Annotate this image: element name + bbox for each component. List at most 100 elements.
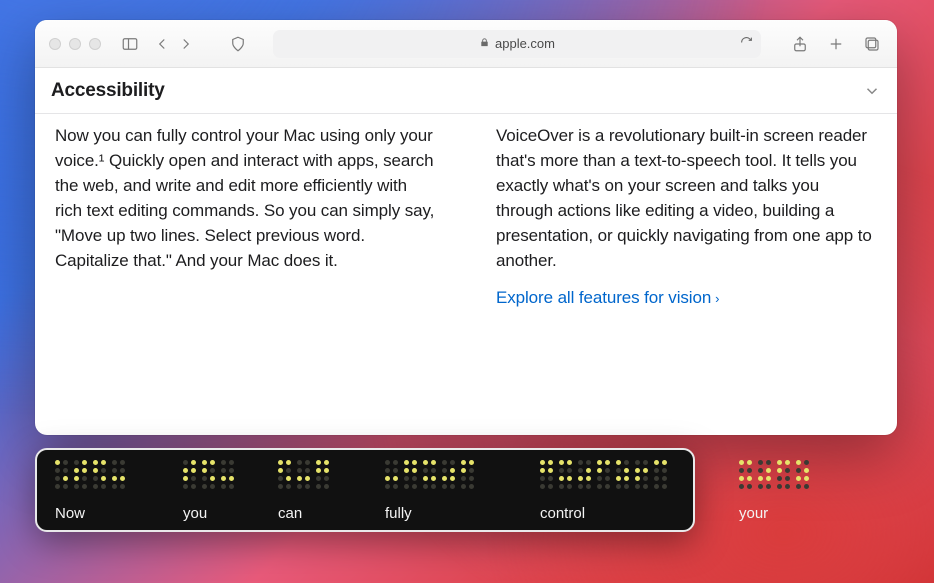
braille-dot: [63, 484, 68, 489]
close-window-button[interactable]: [49, 38, 61, 50]
traffic-lights: [49, 38, 101, 50]
lock-icon: [479, 36, 490, 51]
braille-dot: [385, 484, 390, 489]
braille-word-label: can: [278, 505, 329, 522]
braille-dot: [101, 484, 106, 489]
braille-cell: [423, 460, 436, 489]
chevron-down-icon[interactable]: [863, 82, 881, 100]
minimize-window-button[interactable]: [69, 38, 81, 50]
braille-word-group: [183, 460, 234, 489]
braille-dot-raised: [423, 476, 428, 481]
braille-dot-raised: [804, 468, 809, 473]
braille-dot-raised: [559, 476, 564, 481]
braille-dot-raised: [324, 460, 329, 465]
braille-dot: [605, 484, 610, 489]
braille-dot-raised: [74, 476, 79, 481]
braille-dot-raised: [643, 468, 648, 473]
braille-dot: [461, 476, 466, 481]
braille-dot: [597, 484, 602, 489]
braille-cell: [404, 460, 417, 489]
braille-dot-raised: [385, 476, 390, 481]
braille-dot: [74, 484, 79, 489]
braille-dot: [278, 476, 283, 481]
braille-dot: [616, 468, 621, 473]
braille-dot-raised: [404, 468, 409, 473]
page-header: Accessibility: [35, 68, 897, 114]
braille-dot: [662, 468, 667, 473]
content-column-left: Now you can fully control your Mac using…: [55, 124, 436, 417]
braille-dot: [324, 476, 329, 481]
link-text: Explore all features for vision: [496, 286, 711, 311]
braille-dot: [578, 468, 583, 473]
braille-dot-raised: [739, 476, 744, 481]
braille-dot-raised: [662, 460, 667, 465]
braille-dot: [229, 460, 234, 465]
braille-dot-raised: [202, 460, 207, 465]
braille-dot: [758, 468, 763, 473]
braille-dot: [393, 468, 398, 473]
braille-dot: [635, 460, 640, 465]
braille-dot: [442, 460, 447, 465]
braille-dot-raised: [461, 460, 466, 465]
new-tab-icon[interactable]: [825, 33, 847, 55]
braille-cell: [616, 460, 629, 489]
braille-dot: [624, 460, 629, 465]
braille-dot-raised: [93, 468, 98, 473]
privacy-report-icon[interactable]: [227, 33, 249, 55]
braille-dot-raised: [191, 468, 196, 473]
braille-dot: [404, 476, 409, 481]
back-button[interactable]: [151, 33, 173, 55]
braille-word-group: [278, 460, 329, 489]
braille-dot-raised: [624, 476, 629, 481]
braille-dot: [796, 468, 801, 473]
braille-dot: [635, 484, 640, 489]
braille-dot-raised: [548, 460, 553, 465]
braille-dot-raised: [804, 476, 809, 481]
braille-dot-raised: [431, 476, 436, 481]
braille-dot-raised: [559, 460, 564, 465]
braille-dot: [559, 484, 564, 489]
share-icon[interactable]: [789, 33, 811, 55]
content-column-right: VoiceOver is a revolutionary built-in sc…: [496, 124, 877, 417]
braille-cells-row: [55, 460, 675, 489]
braille-cell: [202, 460, 215, 489]
braille-dot: [63, 468, 68, 473]
braille-dot: [567, 468, 572, 473]
braille-dot: [662, 484, 667, 489]
braille-dot: [63, 460, 68, 465]
braille-dot: [305, 460, 310, 465]
braille-dot-raised: [450, 476, 455, 481]
braille-dot-raised: [578, 476, 583, 481]
braille-dot: [120, 460, 125, 465]
address-bar[interactable]: apple.com: [273, 30, 761, 58]
braille-dot: [385, 468, 390, 473]
braille-dot: [442, 484, 447, 489]
braille-dot-raised: [74, 468, 79, 473]
braille-dot: [777, 476, 782, 481]
braille-dot: [82, 476, 87, 481]
braille-dot-raised: [567, 460, 572, 465]
explore-vision-link[interactable]: Explore all features for vision ›: [496, 286, 719, 311]
braille-dot-raised: [616, 460, 621, 465]
braille-dot: [297, 460, 302, 465]
braille-dot: [766, 484, 771, 489]
braille-dot: [183, 460, 188, 465]
braille-dot: [221, 484, 226, 489]
braille-cell: [796, 460, 809, 489]
braille-dot-raised: [316, 468, 321, 473]
braille-dot: [654, 484, 659, 489]
braille-dot: [605, 476, 610, 481]
braille-dot: [548, 484, 553, 489]
braille-dot-raised: [423, 460, 428, 465]
sidebar-icon[interactable]: [119, 33, 141, 55]
braille-dot: [286, 484, 291, 489]
braille-dot: [643, 484, 648, 489]
tabs-overview-icon[interactable]: [861, 33, 883, 55]
forward-button[interactable]: [175, 33, 197, 55]
braille-cell: [297, 460, 310, 489]
braille-dot-raised: [297, 476, 302, 481]
zoom-window-button[interactable]: [89, 38, 101, 50]
braille-dot-raised: [82, 468, 87, 473]
reload-icon[interactable]: [740, 36, 753, 52]
braille-word-group: [385, 460, 474, 489]
